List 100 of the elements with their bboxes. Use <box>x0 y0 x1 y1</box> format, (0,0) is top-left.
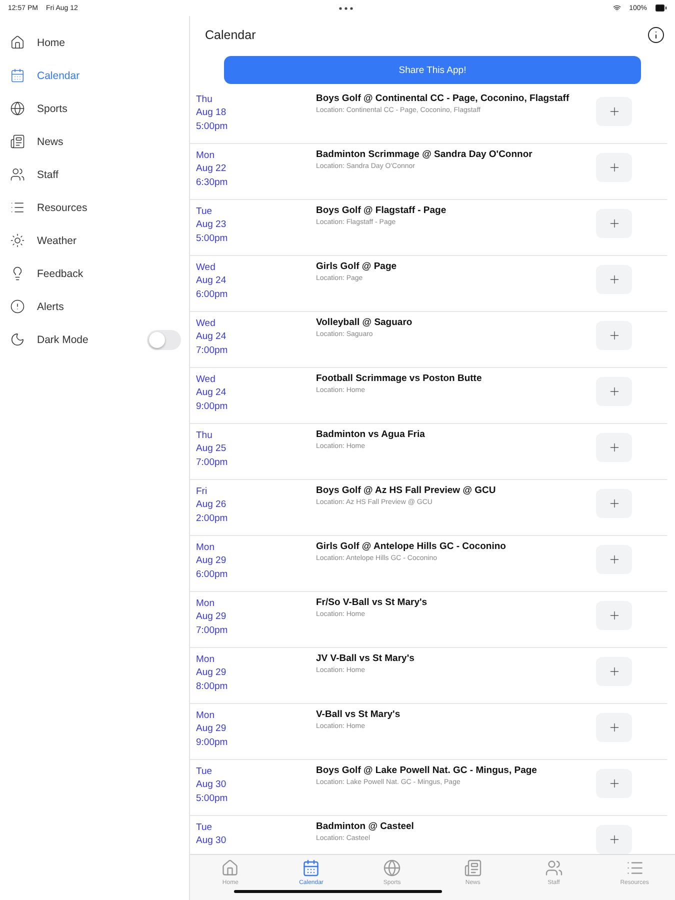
event-time: 5:00pm <box>196 120 229 133</box>
dark-mode-toggle[interactable] <box>147 330 181 350</box>
event-day: Mon <box>196 709 316 722</box>
sidebar-item[interactable]: News <box>10 125 189 158</box>
event-time: 7:00pm <box>196 456 229 469</box>
event-date: Aug 29 <box>196 666 228 680</box>
event-time: 6:30pm <box>196 176 229 189</box>
sidebar-item[interactable]: Weather <box>10 224 189 257</box>
sun-icon <box>10 233 25 248</box>
newspaper-icon <box>10 134 25 149</box>
sidebar-item[interactable]: Sports <box>10 92 189 125</box>
event-time: 5:00pm <box>196 232 229 245</box>
event-date: Aug 24 <box>196 330 228 344</box>
event-date: Aug 25 <box>196 442 228 456</box>
sidebar-item[interactable]: Calendar <box>10 59 189 92</box>
dark-mode-label: Dark Mode <box>37 334 88 346</box>
event-title: Girls Golf @ Antelope Hills GC - Coconino <box>316 541 507 554</box>
plus-icon <box>608 161 620 174</box>
event-day: Mon <box>196 149 316 162</box>
event-day: Tue <box>196 821 316 834</box>
event-title: Fr/So V-Ball vs St Mary's <box>316 597 428 610</box>
add-button[interactable] <box>596 377 632 406</box>
sidebar-item[interactable]: Feedback <box>10 257 189 290</box>
sidebar-item[interactable]: Alerts <box>10 290 189 323</box>
add-button[interactable] <box>596 433 632 462</box>
add-button[interactable] <box>596 153 632 182</box>
event-title: Badminton vs Agua Fria <box>316 429 426 442</box>
event-title: Girls Golf @ Page <box>316 261 398 274</box>
plus-icon <box>608 777 620 790</box>
people-icon <box>10 167 25 182</box>
event-day: Mon <box>196 541 316 554</box>
plus-icon <box>608 665 620 678</box>
event-time: 2:00pm <box>196 512 229 525</box>
info-icon[interactable] <box>647 26 665 44</box>
event-date: Aug 29 <box>196 554 228 568</box>
add-button[interactable] <box>596 97 632 126</box>
sidebar-item[interactable]: Resources <box>10 191 189 224</box>
event-day: Thu <box>196 429 316 442</box>
event-date: Aug 24 <box>196 386 228 400</box>
calendar-icon <box>302 859 320 877</box>
event-time: 5:00pm <box>196 792 229 805</box>
event-day: Mon <box>196 597 316 610</box>
alert-icon <box>10 299 25 314</box>
home-icon <box>221 859 240 877</box>
plus-icon <box>608 553 620 566</box>
event-title: Boys Golf @ Az HS Fall Preview @ GCU <box>316 485 497 498</box>
add-button[interactable] <box>596 769 632 798</box>
event-date: Aug 29 <box>196 722 228 736</box>
add-button[interactable] <box>596 321 632 350</box>
add-button[interactable] <box>596 601 632 630</box>
event-day: Thu <box>196 93 316 106</box>
event-title: Boys Golf @ Flagstaff - Page <box>316 205 448 218</box>
add-button[interactable] <box>596 657 632 686</box>
add-button[interactable] <box>596 265 632 294</box>
plus-icon <box>608 721 620 734</box>
event-date: Aug 29 <box>196 610 228 624</box>
event-title: Boys Golf @ Continental CC - Page, Coconino, Flagstaff <box>316 93 570 106</box>
add-button[interactable] <box>596 825 632 854</box>
event-time: 9:00pm <box>196 400 229 413</box>
sidebar-item[interactable]: Home <box>10 26 189 59</box>
event-title: Badminton @ Casteel <box>316 821 415 834</box>
page-title: Calendar <box>205 28 256 42</box>
share-button[interactable]: Share This App! <box>224 56 641 84</box>
event-time: 6:00pm <box>196 568 229 581</box>
event-time: 8:00pm <box>196 680 229 693</box>
add-button[interactable] <box>596 545 632 574</box>
plus-icon <box>608 329 620 342</box>
plus-icon <box>608 609 620 622</box>
event-date: Aug 30 <box>196 778 228 792</box>
event-day: Mon <box>196 653 316 666</box>
event-title: JV V-Ball vs St Mary's <box>316 653 416 666</box>
event-title: Football Scrimmage vs Poston Butte <box>316 373 483 386</box>
more-dots-icon <box>338 6 352 10</box>
moon-icon <box>10 332 25 347</box>
event-day: Wed <box>196 373 316 386</box>
add-button[interactable] <box>596 209 632 238</box>
plus-icon <box>608 385 620 398</box>
event-title: V-Ball vs St Mary's <box>316 709 402 722</box>
plus-icon <box>608 441 620 454</box>
people-icon <box>544 859 563 877</box>
event-time: 7:00pm <box>196 624 229 637</box>
plus-icon <box>608 497 620 510</box>
sidebar-item[interactable]: Staff <box>10 158 189 191</box>
event-title: Badminton Scrimmage @ Sandra Day O'Connor <box>316 149 534 162</box>
wifi-icon <box>613 4 622 12</box>
event-day: Wed <box>196 261 316 274</box>
plus-icon <box>608 273 620 286</box>
event-day: Tue <box>196 205 316 218</box>
event-date: Aug 22 <box>196 162 228 176</box>
battery-icon <box>655 2 668 14</box>
add-button[interactable] <box>596 489 632 518</box>
event-time: 6:00pm <box>196 288 229 301</box>
list-icon <box>626 859 644 877</box>
event-date: Aug 26 <box>196 498 228 512</box>
plus-icon <box>608 217 620 230</box>
calendar-icon <box>10 68 25 83</box>
event-day: Tue <box>196 765 316 778</box>
event-title: Volleyball @ Saguaro <box>316 317 414 330</box>
event-date: Aug 30 <box>196 834 228 848</box>
add-button[interactable] <box>596 713 632 742</box>
